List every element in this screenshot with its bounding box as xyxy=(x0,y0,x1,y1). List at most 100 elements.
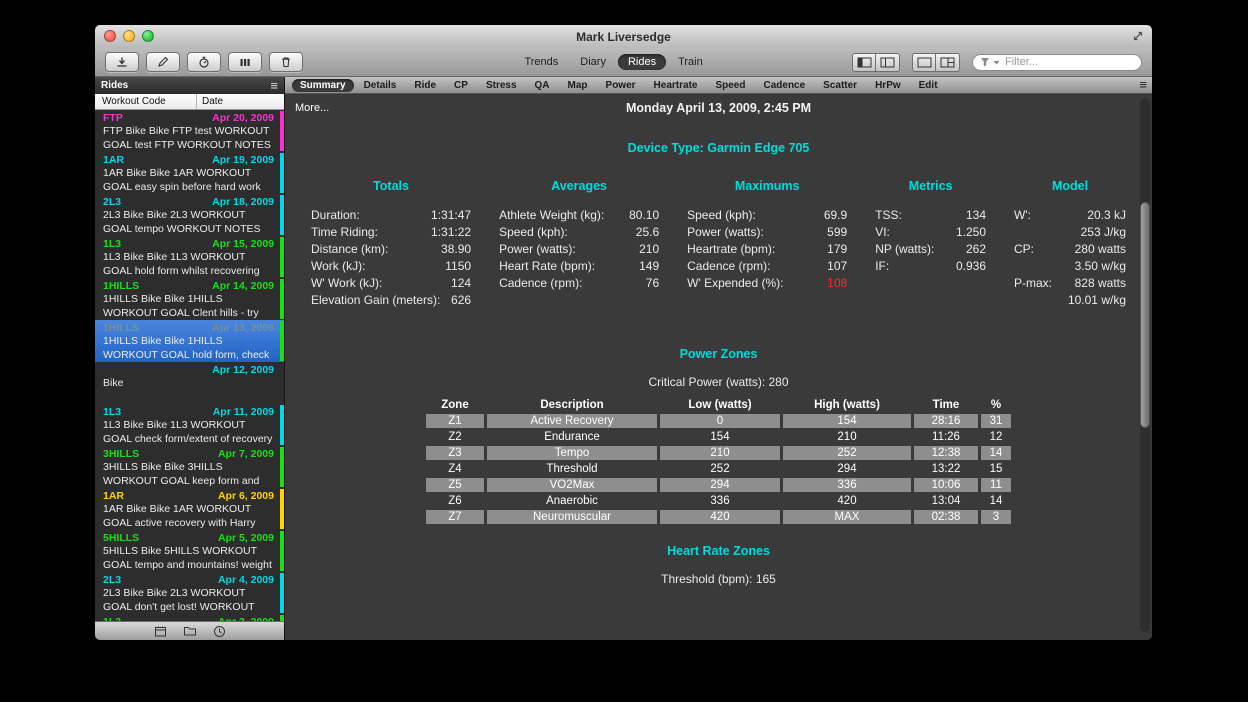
report-scrollbar-track[interactable] xyxy=(1140,98,1150,632)
summary-value: 1150 xyxy=(445,258,471,275)
summary-value: 626 xyxy=(451,292,471,309)
sidebar-menu-icon[interactable]: ≡ xyxy=(270,81,278,91)
ride-list-item[interactable]: 1AR Apr 6, 2009 1AR Bike Bike 1AR WORKOU… xyxy=(95,488,284,530)
intervals-button[interactable] xyxy=(228,52,262,72)
summary-row: TSS: 134 xyxy=(875,207,986,224)
chart-tab-qa[interactable]: QA xyxy=(527,79,558,92)
ride-list-item[interactable]: 1HILLS Apr 14, 2009 1HILLS Bike Bike 1HI… xyxy=(95,278,284,320)
stopwatch-button[interactable] xyxy=(187,52,221,72)
summary-columns: Totals Duration: 1:31:47 Time Riding: 1:… xyxy=(285,179,1152,309)
ride-code: 2L3 xyxy=(103,196,121,209)
app-body: Rides ≡ Workout Code Date FTP Apr 20, 20… xyxy=(95,77,1152,640)
power-zone-row: Z4 Threshold 252 294 13:22 15 xyxy=(426,462,1011,476)
ride-list-item[interactable]: 2L3 Apr 18, 2009 2L3 Bike Bike 2L3 WORKO… xyxy=(95,194,284,236)
view-tab-diary[interactable]: Diary xyxy=(570,54,616,70)
chart-tab-details[interactable]: Details xyxy=(356,79,405,92)
chart-tab-power[interactable]: Power xyxy=(598,79,644,92)
summary-row: Athlete Weight (kg): 80.10 xyxy=(499,207,659,224)
zone-pct: 31 xyxy=(981,414,1011,428)
fullscreen-icon[interactable] xyxy=(1131,29,1145,43)
more-link[interactable]: More... xyxy=(295,102,329,114)
ride-code: 5HILLS xyxy=(103,532,139,545)
ride-description: 2L3 Bike Bike 2L3 WORKOUT GOAL tempo WOR… xyxy=(103,209,274,236)
ride-color-stripe xyxy=(280,153,284,193)
zone-time: 12:38 xyxy=(914,446,978,460)
filter-field[interactable] xyxy=(972,54,1142,71)
column-date[interactable]: Date xyxy=(197,94,284,109)
zone-description: Neuromuscular xyxy=(487,510,657,524)
zone-pct: 12 xyxy=(981,430,1011,444)
summary-rows: Duration: 1:31:47 Time Riding: 1:31:22 D… xyxy=(311,207,471,309)
chart-tab-cp[interactable]: CP xyxy=(446,79,476,92)
minimize-window-button[interactable] xyxy=(123,30,135,42)
chart-tab-cadence[interactable]: Cadence xyxy=(755,79,813,92)
calendar-icon[interactable] xyxy=(154,625,167,638)
clock-icon[interactable] xyxy=(213,625,226,638)
ride-list-item[interactable]: FTP Apr 20, 2009 FTP Bike Bike FTP test … xyxy=(95,110,284,152)
summary-value: 134 xyxy=(966,207,986,224)
ride-list-item[interactable]: 1L3 Apr 3, 2009 xyxy=(95,614,284,621)
summary-label: W' Work (kJ): xyxy=(311,275,382,292)
summary-label: W' Expended (%): xyxy=(687,275,783,292)
chart-tab-heartrate[interactable]: Heartrate xyxy=(646,79,706,92)
summary-label: Speed (kph): xyxy=(687,207,756,224)
report-scrollbar-thumb[interactable] xyxy=(1140,202,1150,428)
view-tab-rides[interactable]: Rides xyxy=(618,54,666,70)
manual-entry-button[interactable] xyxy=(146,52,180,72)
ride-color-stripe xyxy=(280,573,284,613)
chart-tab-speed[interactable]: Speed xyxy=(707,79,753,92)
zone-description: VO2Max xyxy=(487,478,657,492)
zone-header-description: Description xyxy=(487,398,657,412)
summary-label: Distance (km): xyxy=(311,241,388,258)
ride-code: 1HILLS xyxy=(103,322,139,335)
ride-list-item[interactable]: 1L3 Apr 15, 2009 1L3 Bike Bike 1L3 WORKO… xyxy=(95,236,284,278)
tiled-view-button[interactable] xyxy=(936,53,960,72)
zoom-window-button[interactable] xyxy=(142,30,154,42)
ride-item-header: 1AR Apr 6, 2009 xyxy=(103,490,274,503)
ride-list-item[interactable]: 3HILLS Apr 7, 2009 3HILLS Bike Bike 3HIL… xyxy=(95,446,284,488)
ride-list-item[interactable]: 1AR Apr 19, 2009 1AR Bike Bike 1AR WORKO… xyxy=(95,152,284,194)
ride-list-item[interactable]: Apr 12, 2009 Bike xyxy=(95,362,284,404)
window-titlebar[interactable]: Mark Liversedge xyxy=(95,25,1152,48)
close-window-button[interactable] xyxy=(104,30,116,42)
import-ride-button[interactable] xyxy=(105,52,139,72)
chart-tab-edit[interactable]: Edit xyxy=(911,79,946,92)
ride-date: Apr 18, 2009 xyxy=(212,196,274,209)
toggle-lowbar-button[interactable] xyxy=(876,53,900,72)
folder-icon[interactable] xyxy=(183,625,197,637)
chart-tab-hrpw[interactable]: HrPw xyxy=(867,79,909,92)
chart-tab-map[interactable]: Map xyxy=(560,79,596,92)
chart-menu-icon[interactable]: ≡ xyxy=(1139,80,1147,90)
ride-list-item[interactable]: 2L3 Apr 4, 2009 2L3 Bike Bike 2L3 WORKOU… xyxy=(95,572,284,614)
ride-code: 3HILLS xyxy=(103,448,139,461)
summary-label: W': xyxy=(1014,207,1052,224)
ride-list-item[interactable]: 1HILLS Apr 13, 2009 1HILLS Bike Bike 1HI… xyxy=(95,320,284,362)
ride-list-item[interactable]: 1L3 Apr 11, 2009 1L3 Bike Bike 1L3 WORKO… xyxy=(95,404,284,446)
filter-input[interactable] xyxy=(1003,55,1134,69)
view-tab-trends[interactable]: Trends xyxy=(514,54,568,70)
view-tabs: TrendsDiaryRidesTrain xyxy=(514,48,712,76)
summary-row: Cadence (rpm): 76 xyxy=(499,275,659,292)
chart-tab-ride[interactable]: Ride xyxy=(406,79,444,92)
import-icon xyxy=(115,55,129,69)
delete-ride-button[interactable] xyxy=(269,52,303,72)
summary-column-averages: Averages Athlete Weight (kg): 80.10 Spee… xyxy=(499,179,659,309)
toggle-sidebar-button[interactable] xyxy=(852,53,876,72)
zone-description: Anaerobic xyxy=(487,494,657,508)
summary-value: 20.3 kJ xyxy=(1052,207,1126,224)
chart-tab-scatter[interactable]: Scatter xyxy=(815,79,865,92)
ride-date: Apr 6, 2009 xyxy=(218,490,274,503)
zone-high: 420 xyxy=(783,494,911,508)
chart-tab-summary[interactable]: Summary xyxy=(292,79,354,92)
summary-column-model: Model W': 20.3 kJ 253 J/kg CP: 280 watts… xyxy=(1014,179,1126,309)
view-tab-train[interactable]: Train xyxy=(668,54,713,70)
summary-value: 1:31:22 xyxy=(431,224,471,241)
ride-description: 2L3 Bike Bike 2L3 WORKOUT GOAL don't get… xyxy=(103,587,274,614)
tabbed-view-button[interactable] xyxy=(912,53,936,72)
chart-tab-stress[interactable]: Stress xyxy=(478,79,525,92)
summary-value: 124 xyxy=(451,275,471,292)
ride-list-item[interactable]: 5HILLS Apr 5, 2009 5HILLS Bike 5HILLS WO… xyxy=(95,530,284,572)
rides-sidebar: Rides ≡ Workout Code Date FTP Apr 20, 20… xyxy=(95,77,285,640)
column-workout-code[interactable]: Workout Code xyxy=(95,94,197,109)
summary-section-title: Maximums xyxy=(687,179,847,193)
